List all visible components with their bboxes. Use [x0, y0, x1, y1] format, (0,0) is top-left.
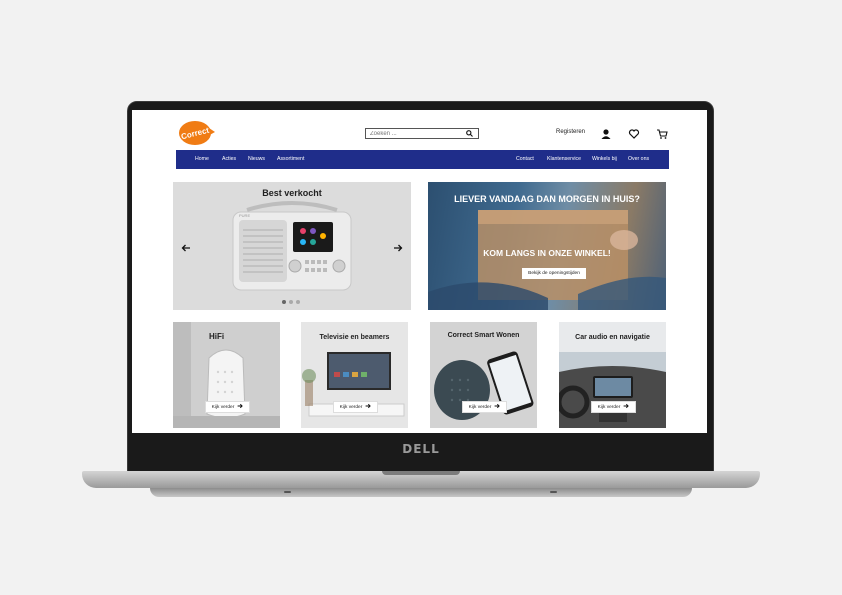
main-nav: Home Acties Nieuws Assortiment Contact K… — [176, 150, 669, 169]
register-link[interactable]: Registeren — [556, 129, 585, 135]
category-tile-smart-home[interactable]: Correct Smart Wonen Kijk verder — [430, 322, 537, 428]
correct-logo[interactable]: Correct — [178, 118, 216, 148]
nav-item-assortiment[interactable]: Assortiment — [277, 156, 304, 162]
search-bar[interactable] — [365, 128, 479, 139]
nav-item-home[interactable]: Home — [195, 156, 209, 162]
search-input[interactable] — [366, 129, 462, 138]
nav-item-acties[interactable]: Acties — [222, 156, 236, 162]
laptop-notch — [382, 471, 460, 475]
cart-icon[interactable] — [656, 127, 668, 139]
arrow-right-icon — [365, 403, 372, 411]
category-tile-tv[interactable]: Televisie en beamers Kijk verder — [301, 322, 408, 428]
usb-port — [550, 491, 557, 493]
arrow-right-icon — [623, 403, 630, 411]
usb-port — [284, 491, 291, 493]
carousel-next-arrow-icon[interactable] — [393, 240, 403, 252]
nav-item-nieuws[interactable]: Nieuws — [248, 156, 265, 162]
best-sellers-carousel[interactable]: Best verkocht PURE — [173, 182, 411, 310]
nav-item-contact[interactable]: Contact — [516, 156, 534, 162]
search-icon[interactable] — [462, 129, 476, 138]
radio-product-image: PURE — [232, 201, 352, 291]
kijk-verder-button[interactable]: Kijk verder — [333, 401, 378, 413]
svg-text:PURE: PURE — [239, 213, 250, 218]
banner-subline: KOM LANGS IN ONZE WINKEL! — [483, 248, 611, 258]
opening-hours-button[interactable]: Bekijk de openingstijden — [522, 268, 586, 279]
nav-item-over-ons[interactable]: Over ons — [628, 156, 649, 162]
button-label: Kijk verder — [211, 404, 235, 410]
category-title: Televisie en beamers — [319, 334, 390, 341]
category-title: HiFi — [208, 332, 225, 341]
carousel-dot[interactable] — [289, 300, 293, 304]
carousel-prev-arrow-icon[interactable] — [181, 240, 191, 252]
category-title: Correct Smart Wonen — [447, 332, 520, 339]
carousel-title: Best verkocht — [262, 188, 322, 198]
button-label: Kijk verder — [339, 404, 363, 410]
arrow-right-icon — [237, 403, 244, 411]
category-tile-car-audio[interactable]: Car audio en navigatie Kijk verder — [559, 322, 666, 428]
delivery-banner[interactable]: LIEVER VANDAAG DAN MORGEN IN HUIS? KOM L… — [428, 182, 666, 310]
kijk-verder-button[interactable]: Kijk verder — [462, 401, 507, 413]
banner-headline: LIEVER VANDAAG DAN MORGEN IN HUIS? — [454, 194, 640, 204]
dell-logo: DELL — [402, 442, 440, 456]
user-icon[interactable] — [600, 127, 612, 139]
arrow-right-icon — [494, 403, 501, 411]
website-screen: Correct Registeren Home Acties Nieuws As… — [132, 110, 707, 433]
category-title: Car audio en navigatie — [575, 334, 650, 341]
kijk-verder-button[interactable]: Kijk verder — [591, 401, 636, 413]
category-tile-hifi[interactable]: HiFi Kijk verder — [173, 322, 280, 428]
button-label: Kijk verder — [468, 404, 492, 410]
carousel-dot[interactable] — [282, 300, 286, 304]
kijk-verder-button[interactable]: Kijk verder — [205, 401, 250, 413]
nav-item-winkels[interactable]: Winkels bij — [592, 156, 617, 162]
button-label: Kijk verder — [597, 404, 621, 410]
heart-icon[interactable] — [628, 127, 640, 139]
laptop-base-lip — [150, 488, 692, 497]
nav-item-klantenservice[interactable]: Klantenservice — [547, 156, 581, 162]
carousel-dot[interactable] — [296, 300, 300, 304]
carousel-dots — [282, 300, 300, 304]
